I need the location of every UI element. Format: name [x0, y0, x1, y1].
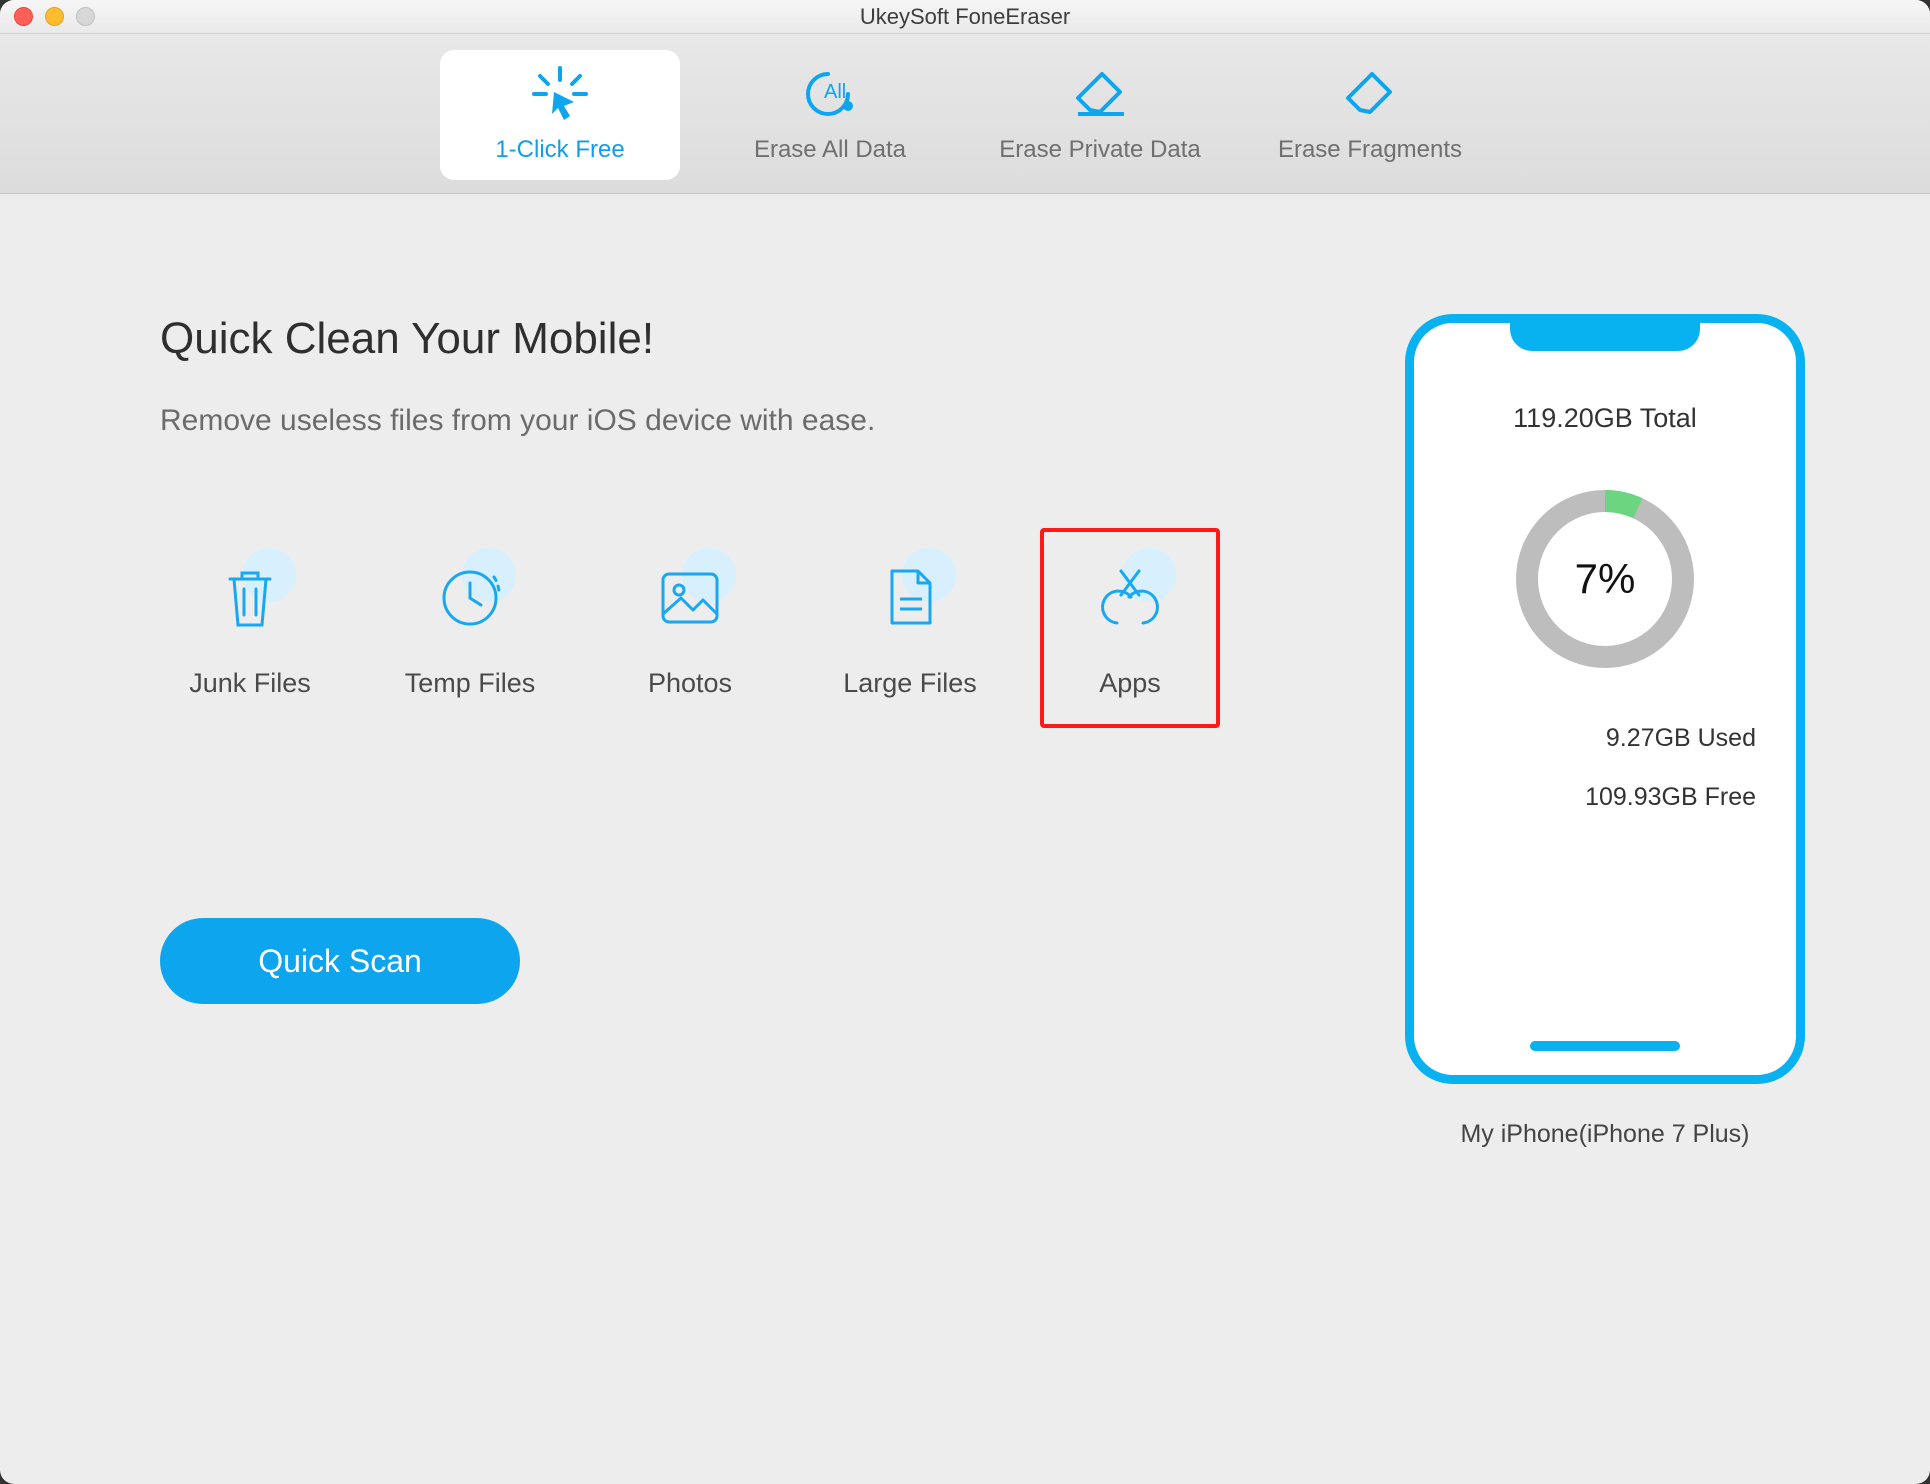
- page-subtitle: Remove useless files from your iOS devic…: [160, 404, 1370, 438]
- svg-text:All: All: [824, 81, 846, 103]
- category-row: Junk Files Temp Files Photos: [160, 528, 1370, 728]
- category-label: Junk Files: [189, 668, 311, 699]
- tab-label: Erase Fragments: [1278, 136, 1462, 164]
- category-large-files[interactable]: Large Files: [820, 528, 1000, 728]
- device-panel: 119.20GB Total 7% 9.27GB Used 109.93GB F…: [1370, 314, 1840, 1404]
- app-window: UkeySoft FoneEraser 1-Click Free: [0, 0, 1930, 1484]
- tab-erase-fragments[interactable]: Erase Fragments: [1250, 50, 1490, 180]
- storage-used: 9.27GB Used: [1414, 724, 1756, 753]
- main-content: Quick Clean Your Mobile! Remove useless …: [0, 194, 1930, 1484]
- category-junk-files[interactable]: Junk Files: [160, 528, 340, 728]
- apps-icon: [1090, 558, 1170, 638]
- tab-label: 1-Click Free: [495, 136, 624, 164]
- phone-notch: [1510, 321, 1700, 351]
- tab-label: Erase Private Data: [999, 136, 1200, 164]
- window-controls: [14, 7, 95, 26]
- device-name: My iPhone(iPhone 7 Plus): [1460, 1120, 1749, 1149]
- category-label: Temp Files: [405, 668, 536, 699]
- zoom-window-button[interactable]: [76, 7, 95, 26]
- storage-percent: 7%: [1510, 484, 1700, 674]
- erase-all-icon: All: [800, 66, 860, 122]
- eraser-icon: [1340, 66, 1400, 122]
- toolbar: 1-Click Free All Erase All Data: [0, 34, 1930, 194]
- cursor-spark-icon: [530, 66, 590, 122]
- phone-frame: 119.20GB Total 7% 9.27GB Used 109.93GB F…: [1405, 314, 1805, 1084]
- titlebar: UkeySoft FoneEraser: [0, 0, 1930, 34]
- eraser-line-icon: [1070, 66, 1130, 122]
- storage-ring: 7%: [1510, 484, 1700, 674]
- photo-icon: [650, 558, 730, 638]
- tab-label: Erase All Data: [754, 136, 906, 164]
- page-title: Quick Clean Your Mobile!: [160, 314, 1370, 364]
- phone-homebar: [1530, 1041, 1680, 1051]
- category-photos[interactable]: Photos: [600, 528, 780, 728]
- close-window-button[interactable]: [14, 7, 33, 26]
- category-label: Apps: [1099, 668, 1161, 699]
- category-apps[interactable]: Apps: [1040, 528, 1220, 728]
- category-temp-files[interactable]: Temp Files: [380, 528, 560, 728]
- quick-scan-button[interactable]: Quick Scan: [160, 918, 520, 1004]
- storage-stats: 9.27GB Used 109.93GB Free: [1414, 724, 1796, 812]
- left-panel: Quick Clean Your Mobile! Remove useless …: [160, 314, 1370, 1404]
- tab-one-click-free[interactable]: 1-Click Free: [440, 50, 680, 180]
- tab-erase-all-data[interactable]: All Erase All Data: [710, 50, 950, 180]
- trash-icon: [210, 558, 290, 638]
- category-label: Photos: [648, 668, 732, 699]
- clock-icon: [430, 558, 510, 638]
- window-title: UkeySoft FoneEraser: [0, 4, 1930, 30]
- minimize-window-button[interactable]: [45, 7, 64, 26]
- file-icon: [870, 558, 950, 638]
- storage-free: 109.93GB Free: [1414, 783, 1756, 812]
- storage-total: 119.20GB Total: [1513, 403, 1697, 434]
- tab-erase-private-data[interactable]: Erase Private Data: [980, 50, 1220, 180]
- category-label: Large Files: [843, 668, 977, 699]
